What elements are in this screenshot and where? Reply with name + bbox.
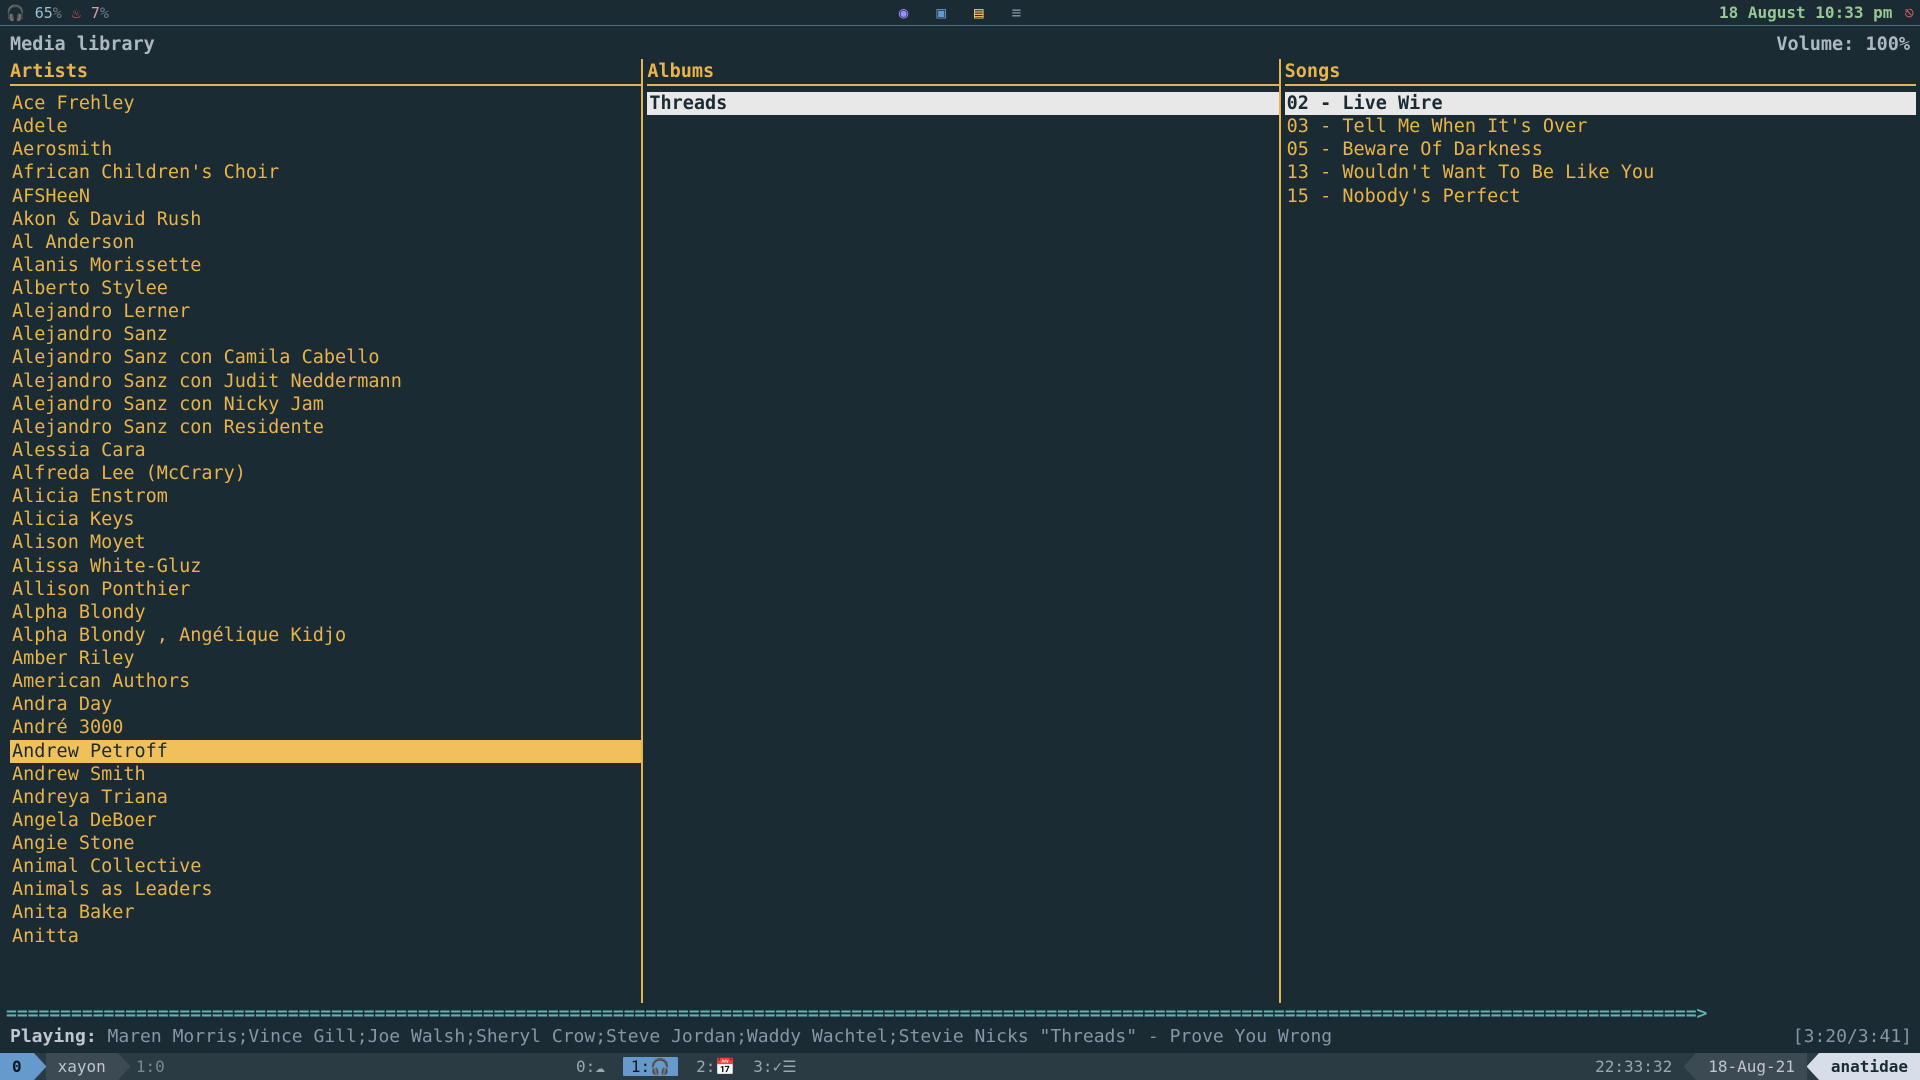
song-item[interactable]: 03 - Tell Me When It's Over: [1285, 115, 1916, 138]
artist-item[interactable]: Aerosmith: [10, 138, 641, 161]
media-library-app: Media library Volume: 100% Artists Ace F…: [0, 26, 1920, 1053]
artist-item[interactable]: Andrew Petroff: [10, 740, 641, 763]
artist-item[interactable]: Akon & David Rush: [10, 208, 641, 231]
artist-item[interactable]: Animals as Leaders: [10, 878, 641, 901]
firefox-icon[interactable]: ◉: [899, 3, 909, 22]
song-item[interactable]: 05 - Beware Of Darkness: [1285, 138, 1916, 161]
artist-item[interactable]: Alejandro Sanz con Judit Neddermann: [10, 370, 641, 393]
tmux-time: 22:33:32: [1583, 1053, 1684, 1080]
chat-icon[interactable]: ▤: [974, 3, 984, 22]
tmux-window-index: 1:0: [118, 1053, 177, 1080]
artist-item[interactable]: Alberto Stylee: [10, 277, 641, 300]
artist-item[interactable]: Animal Collective: [10, 855, 641, 878]
clock: 18 August 10:33 pm: [1719, 3, 1892, 22]
artist-item[interactable]: Alicia Keys: [10, 508, 641, 531]
tmux-host: xayon: [46, 1053, 118, 1080]
song-item[interactable]: 13 - Wouldn't Want To Be Like You: [1285, 161, 1916, 184]
headphones-icon: 🎧: [6, 4, 25, 22]
app-title: Media library: [10, 34, 155, 55]
songs-column: Songs 02 - Live Wire03 - Tell Me When It…: [1279, 59, 1916, 1003]
tmux-windows: 0:☁ 1:🎧 2:📅 3:✓☰: [564, 1053, 809, 1080]
artist-item[interactable]: Allison Ponthier: [10, 578, 641, 601]
artist-item[interactable]: Alejandro Sanz con Camila Cabello: [10, 346, 641, 369]
artist-item[interactable]: Alejandro Lerner: [10, 300, 641, 323]
artist-item[interactable]: Alejandro Sanz con Residente: [10, 416, 641, 439]
artist-item[interactable]: AFSHeeN: [10, 185, 641, 208]
artist-item[interactable]: Alanis Morissette: [10, 254, 641, 277]
artist-item[interactable]: Angie Stone: [10, 832, 641, 855]
artist-item[interactable]: Alejandro Sanz: [10, 323, 641, 346]
artist-item[interactable]: African Children's Choir: [10, 161, 641, 184]
artist-item[interactable]: Alissa White-Gluz: [10, 555, 641, 578]
fire-value: 7%: [91, 4, 109, 22]
artist-item[interactable]: Andra Day: [10, 693, 641, 716]
artist-item[interactable]: Andreya Triana: [10, 786, 641, 809]
volume-label: Volume: 100%: [1776, 34, 1910, 55]
artist-item[interactable]: Alfreda Lee (McCrary): [10, 462, 641, 485]
progress-bar: ========================================…: [0, 1003, 1920, 1024]
tmux-statusbar: 0 xayon 1:0 0:☁ 1:🎧 2:📅 3:✓☰ 22:33:32 18-Au…: [0, 1053, 1920, 1080]
playing-time: [3:20/3:41]: [1793, 1026, 1912, 1047]
artist-item[interactable]: American Authors: [10, 670, 641, 693]
artists-header: Artists: [10, 59, 641, 86]
artists-column: Artists Ace FrehleyAdeleAerosmithAfrican…: [4, 59, 641, 1003]
artist-item[interactable]: Alpha Blondy , Angélique Kidjo: [10, 624, 641, 647]
terminal-icon[interactable]: ▣: [936, 3, 946, 22]
artist-item[interactable]: André 3000: [10, 716, 641, 739]
artist-item[interactable]: Adele: [10, 115, 641, 138]
songs-header: Songs: [1285, 59, 1916, 86]
playing-text: Maren Morris;Vince Gill;Joe Walsh;Sheryl…: [108, 1026, 1333, 1047]
artist-item[interactable]: Amber Riley: [10, 647, 641, 670]
albums-header: Albums: [647, 59, 1278, 86]
albums-list[interactable]: Threads: [647, 92, 1278, 1003]
fire-icon: ♨: [72, 4, 81, 22]
tmux-window[interactable]: 2:📅: [696, 1057, 735, 1076]
tmux-date: 18-Aug-21: [1696, 1053, 1807, 1080]
artist-item[interactable]: Alejandro Sanz con Nicky Jam: [10, 393, 641, 416]
tmux-node: anatidae: [1819, 1053, 1920, 1080]
songs-list[interactable]: 02 - Live Wire03 - Tell Me When It's Ove…: [1285, 92, 1916, 1003]
artist-item[interactable]: Anitta: [10, 925, 641, 948]
artist-item[interactable]: Angela DeBoer: [10, 809, 641, 832]
artist-item[interactable]: Al Anderson: [10, 231, 641, 254]
tmux-window[interactable]: 0:☁: [576, 1057, 605, 1076]
tmux-session[interactable]: 0: [0, 1053, 34, 1080]
desktop-topbar: 🎧 65% ♨ 7% ◉ ▣ ▤ ≡ 18 August 10:33 pm ⎋: [0, 0, 1920, 26]
artist-item[interactable]: Andrew Smith: [10, 763, 641, 786]
logout-icon[interactable]: ⎋: [1904, 3, 1914, 22]
now-playing-row: Playing: Maren Morris;Vince Gill;Joe Wal…: [0, 1024, 1920, 1053]
albums-column: Albums Threads: [641, 59, 1278, 1003]
song-item[interactable]: 02 - Live Wire: [1285, 92, 1916, 115]
playing-label: Playing:: [10, 1026, 97, 1047]
artist-item[interactable]: Alpha Blondy: [10, 601, 641, 624]
artists-list[interactable]: Ace FrehleyAdeleAerosmithAfrican Childre…: [10, 92, 641, 1003]
artist-item[interactable]: Anita Baker: [10, 901, 641, 924]
artist-item[interactable]: Ace Frehley: [10, 92, 641, 115]
artist-item[interactable]: Alessia Cara: [10, 439, 641, 462]
headphone-volume: 65%: [35, 4, 62, 22]
song-item[interactable]: 15 - Nobody's Perfect: [1285, 185, 1916, 208]
tmux-window[interactable]: 1:🎧: [623, 1057, 678, 1076]
album-item[interactable]: Threads: [647, 92, 1278, 115]
artist-item[interactable]: Alicia Enstrom: [10, 485, 641, 508]
artist-item[interactable]: Alison Moyet: [10, 531, 641, 554]
equalizer-icon[interactable]: ≡: [1012, 3, 1022, 22]
tmux-window[interactable]: 3:✓☰: [753, 1057, 796, 1076]
